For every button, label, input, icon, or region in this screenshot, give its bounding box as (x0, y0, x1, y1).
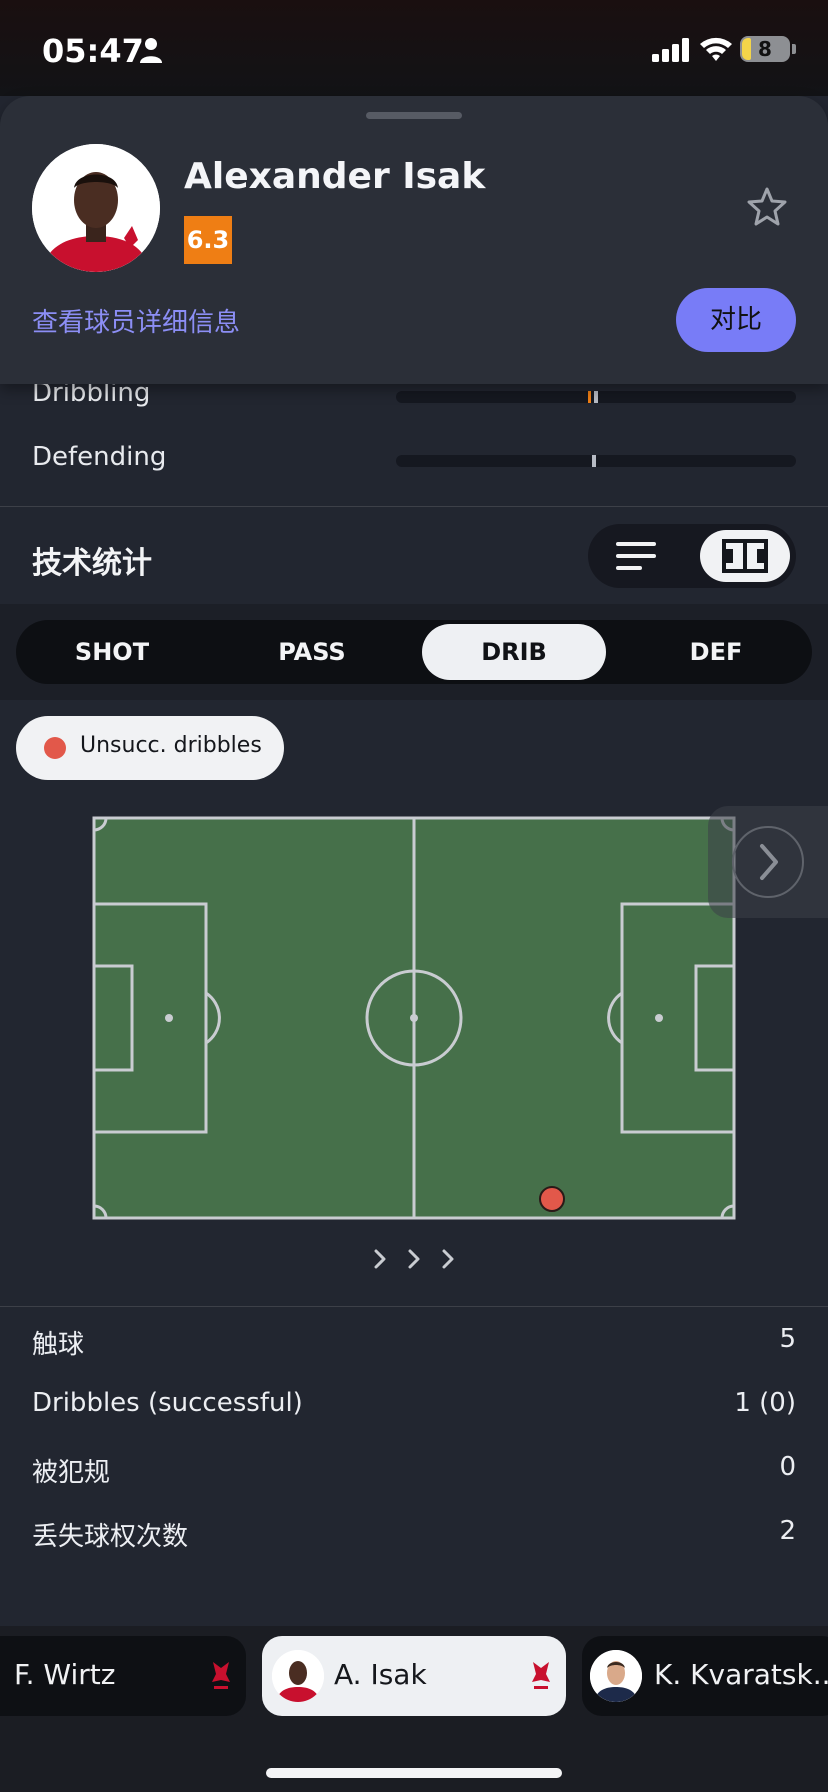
person-icon (140, 38, 162, 63)
stat-type-tabs: SHOT PASS DRIB DEF (16, 620, 812, 684)
section-title: 技术统计 (32, 546, 152, 581)
battery-icon: 8 (740, 36, 790, 62)
cellular-signal-icon (652, 38, 689, 62)
stat-label: Dribbles (successful) (32, 1388, 303, 1418)
attribute-label: Defending (32, 442, 167, 472)
tab-drib[interactable]: DRIB (422, 624, 606, 680)
favorite-star-icon[interactable] (746, 186, 788, 226)
player-chip-avatar (590, 1650, 642, 1702)
player-name: Alexander Isak (184, 156, 486, 197)
compare-button[interactable]: 对比 (676, 288, 796, 352)
stat-value: 2 (779, 1516, 796, 1546)
home-indicator[interactable] (266, 1768, 562, 1778)
status-time: 05:47 (42, 32, 144, 70)
player-header-card: Alexander Isak 6.3 查看球员详细信息 对比 (0, 96, 828, 384)
player-chip-name: F. Wirtz (14, 1658, 116, 1691)
stat-row: Dribbles (successful) 1 (0) (0, 1376, 828, 1432)
pitch-view-toggle[interactable] (700, 530, 790, 582)
tab-shot[interactable]: SHOT (16, 624, 208, 680)
player-chip-isak[interactable]: A. Isak (262, 1636, 566, 1716)
legend-label: Unsucc. dribbles (80, 733, 262, 758)
player-chip-name: A. Isak (334, 1658, 427, 1691)
battery-level: 8 (758, 37, 772, 61)
legend-chip[interactable]: Unsucc. dribbles (16, 716, 284, 780)
wifi-icon (700, 37, 732, 61)
rating-badge: 6.3 (184, 216, 232, 264)
player-details-link[interactable]: 查看球员详细信息 (32, 302, 240, 339)
player-chip-name: K. Kvaratsk... (654, 1658, 828, 1691)
stat-row: 丢失球权次数 2 (0, 1504, 828, 1560)
tabs-band: SHOT PASS DRIB DEF (0, 604, 828, 700)
player-chip-wirtz[interactable]: F. Wirtz (0, 1636, 246, 1716)
divider (0, 1306, 828, 1307)
list-view-icon[interactable] (616, 542, 658, 570)
pitch-map (92, 816, 736, 1220)
stat-value: 1 (0) (734, 1388, 796, 1418)
attack-direction-icon (374, 1249, 454, 1269)
unsuccessful-dribble-marker[interactable] (539, 1186, 565, 1212)
drag-handle[interactable] (366, 112, 462, 119)
stat-label: 触球 (32, 1330, 85, 1360)
next-page-button[interactable] (708, 806, 828, 918)
status-bar: 05:47 8 (0, 0, 828, 96)
player-chip-avatar (272, 1650, 324, 1702)
stat-value: 5 (779, 1324, 796, 1354)
attribute-bar (396, 391, 796, 403)
pitch-view-icon (722, 539, 768, 573)
stat-value: 0 (779, 1452, 796, 1482)
player-avatar (32, 144, 160, 272)
club-crest-icon (212, 1662, 230, 1689)
attribute-row-defending: Defending (0, 432, 828, 488)
view-toggle (588, 524, 796, 588)
stat-label: 被犯规 (32, 1458, 111, 1488)
legend-dot (44, 737, 66, 759)
stat-row: 触球 5 (0, 1312, 828, 1368)
stat-label: 丢失球权次数 (32, 1522, 189, 1552)
stat-row: 被犯规 0 (0, 1440, 828, 1496)
club-crest-icon (532, 1662, 550, 1689)
attribute-bar (396, 455, 796, 467)
tab-def[interactable]: DEF (620, 624, 812, 680)
tab-pass[interactable]: PASS (216, 624, 408, 680)
divider (0, 506, 828, 507)
chevron-right-icon (760, 844, 778, 880)
player-chip-kvaratskhelia[interactable]: K. Kvaratsk... (582, 1636, 828, 1716)
